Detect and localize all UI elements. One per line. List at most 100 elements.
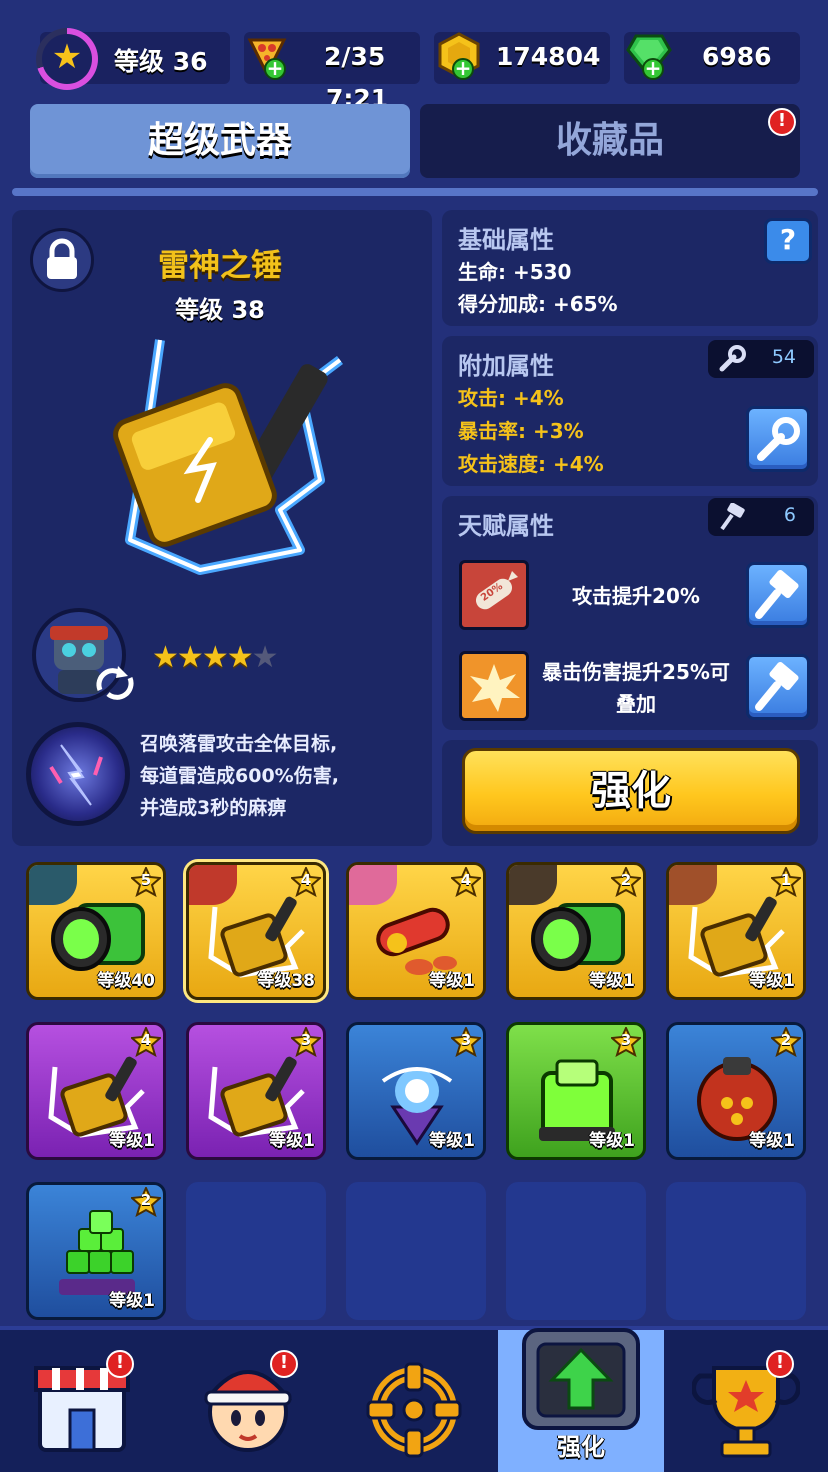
weapon-card[interactable]: 4 等级38 [186, 862, 326, 1000]
coin-count: 174804 [496, 42, 601, 71]
rocket-talent-icon: 20% [459, 560, 529, 630]
nav-battle[interactable] [332, 1330, 498, 1472]
weapon-card-level: 等级1 [429, 1131, 475, 1151]
coin-display[interactable]: + 174804 [434, 32, 610, 84]
weapon-card[interactable]: 4 等级1 [346, 862, 486, 1000]
lightning-skill-icon[interactable] [26, 722, 130, 826]
hammer-count: 6 [783, 504, 796, 526]
weapon-card-level: 等级1 [269, 1131, 315, 1151]
stat-crit-rate: 暴击率: +3% [458, 419, 584, 443]
add-gem-icon[interactable]: + [642, 58, 664, 80]
talent-attack: 攻击提升20% [572, 584, 700, 608]
star-badge-icon: 4 [289, 865, 323, 898]
star-icon: ★ [176, 640, 204, 675]
weapon-card[interactable]: 2 等级1 [26, 1182, 166, 1320]
upgrade-button[interactable]: 强化 [462, 748, 800, 834]
star-count: 4 [460, 871, 472, 889]
wrench-icon [757, 417, 800, 461]
wrench-icon [718, 345, 746, 373]
add-coin-icon[interactable]: + [452, 58, 474, 80]
star-icon: ★ [201, 640, 229, 675]
nav-trophies[interactable]: ! [664, 1330, 828, 1472]
weapon-card[interactable]: 2 等级1 [666, 1022, 806, 1160]
star-count: 2 [140, 1191, 152, 1209]
star-badge-icon: 2 [609, 865, 643, 898]
tab-collectibles[interactable]: 收藏品 [420, 104, 800, 178]
star-badge-icon: 3 [289, 1025, 323, 1058]
swap-hero-icon[interactable] [94, 664, 136, 702]
weapon-card-level: 等级1 [589, 1131, 635, 1151]
star-icon: ★ [152, 640, 179, 675]
weapon-card-level: 等级40 [97, 971, 155, 991]
empty-slot [346, 1182, 486, 1320]
star-badge-icon: 4 [449, 865, 483, 898]
level-star-icon: ★ [36, 28, 98, 90]
weapon-card[interactable]: 3 等级1 [346, 1022, 486, 1160]
stat-score-bonus: 得分加成: +65% [458, 292, 618, 316]
weapon-card-level: 等级1 [749, 971, 795, 991]
stat-attack: 攻击: +4% [458, 386, 564, 410]
talent-attack-button[interactable] [746, 562, 810, 628]
skill-line: 召唤落雷攻击全体目标, [140, 733, 338, 755]
pizza-display[interactable]: + 2/35 [244, 32, 420, 84]
hammer-icon [755, 661, 799, 711]
star-badge-icon: 4 [129, 1025, 163, 1058]
skill-description: 召唤落雷攻击全体目标, 每道雷造成600%伤害, 并造成3秒的麻痹 [140, 728, 420, 824]
star-badge-icon: 3 [609, 1025, 643, 1058]
star-count: 1 [780, 871, 792, 889]
explosion-talent-icon [459, 651, 529, 721]
lock-icon[interactable] [30, 228, 94, 292]
star-badge-icon: 2 [129, 1185, 163, 1218]
weapon-card-level: 等级1 [109, 1291, 155, 1311]
star-count: 3 [620, 1031, 632, 1049]
empty-slot [186, 1182, 326, 1320]
weapon-card[interactable]: 5 等级40 [26, 862, 166, 1000]
weapon-card[interactable]: 3 等级1 [186, 1022, 326, 1160]
player-level: 等级 36 [114, 47, 208, 76]
talent-crit-button[interactable] [746, 654, 810, 720]
tab-divider [12, 188, 818, 196]
star-count: 2 [620, 871, 632, 889]
star-badge-icon: 2 [769, 1025, 803, 1058]
weapon-hammer-image [100, 330, 350, 590]
wrench-count: 54 [771, 346, 796, 368]
skill-line: 并造成3秒的麻痹 [140, 797, 287, 819]
bonus-attributes-title: 附加属性 [458, 352, 554, 380]
trophies-alert-icon: ! [766, 1350, 794, 1378]
nav-heroes[interactable]: ! [166, 1330, 332, 1472]
nav-shop[interactable]: ! [0, 1330, 166, 1472]
heroes-alert-icon: ! [270, 1350, 298, 1378]
weapon-card[interactable]: 2 等级1 [506, 862, 646, 1000]
weapon-card-level: 等级1 [589, 971, 635, 991]
weapon-card[interactable]: 3 等级1 [506, 1022, 646, 1160]
add-pizza-icon[interactable]: + [264, 58, 286, 80]
base-attributes-title: 基础属性 [458, 226, 554, 254]
star-count: 4 [300, 871, 312, 889]
star-count: 5 [140, 871, 152, 889]
hammer-icon [755, 569, 799, 619]
pizza-count: 2/35 [324, 42, 386, 71]
hammer-counter: 6 [708, 498, 814, 536]
gem-count: 6986 [702, 42, 772, 71]
weapon-card-level: 等级1 [749, 1131, 795, 1151]
tab-super-weapons[interactable]: 超级武器 [30, 104, 410, 178]
weapon-card-level: 等级1 [429, 971, 475, 991]
star-badge-icon: 1 [769, 865, 803, 898]
weapon-card-level: 等级1 [109, 1131, 155, 1151]
gem-display[interactable]: + 6986 [624, 32, 800, 84]
skill-line: 每道雷造成600%伤害, [140, 765, 339, 787]
level-display[interactable]: ★ 等级 36 [36, 28, 230, 90]
weapon-level: 等级 38 [175, 296, 265, 324]
weapon-card[interactable]: 1 等级1 [666, 862, 806, 1000]
weapon-card[interactable]: 4 等级1 [26, 1022, 166, 1160]
upgrade-icon [518, 1322, 644, 1434]
stat-attack-speed: 攻击速度: +4% [458, 452, 604, 476]
star-count: 4 [140, 1031, 152, 1049]
nav-upgrade[interactable]: 强化 [498, 1328, 664, 1472]
hammer-icon [718, 502, 746, 531]
help-button[interactable]: ? [764, 218, 812, 264]
weapon-card-level: 等级38 [257, 971, 315, 991]
reroll-bonus-button[interactable] [746, 406, 810, 472]
stat-hp: 生命: +530 [458, 260, 572, 284]
target-icon [362, 1358, 466, 1462]
